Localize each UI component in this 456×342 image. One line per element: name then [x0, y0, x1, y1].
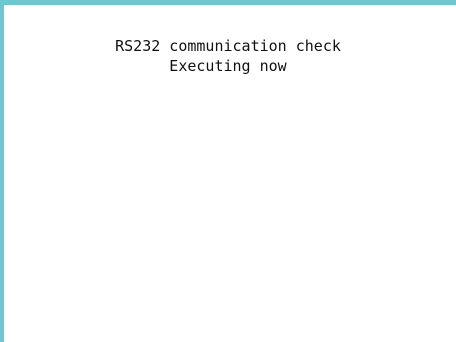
status-message-detail: Executing now — [169, 57, 287, 75]
screen-frame-top-border — [0, 0, 456, 5]
status-message-title: RS232 communication check — [115, 37, 341, 55]
hmi-screen: RS232 communication check Executing now — [0, 0, 456, 342]
status-message: RS232 communication check Executing now — [0, 36, 456, 76]
